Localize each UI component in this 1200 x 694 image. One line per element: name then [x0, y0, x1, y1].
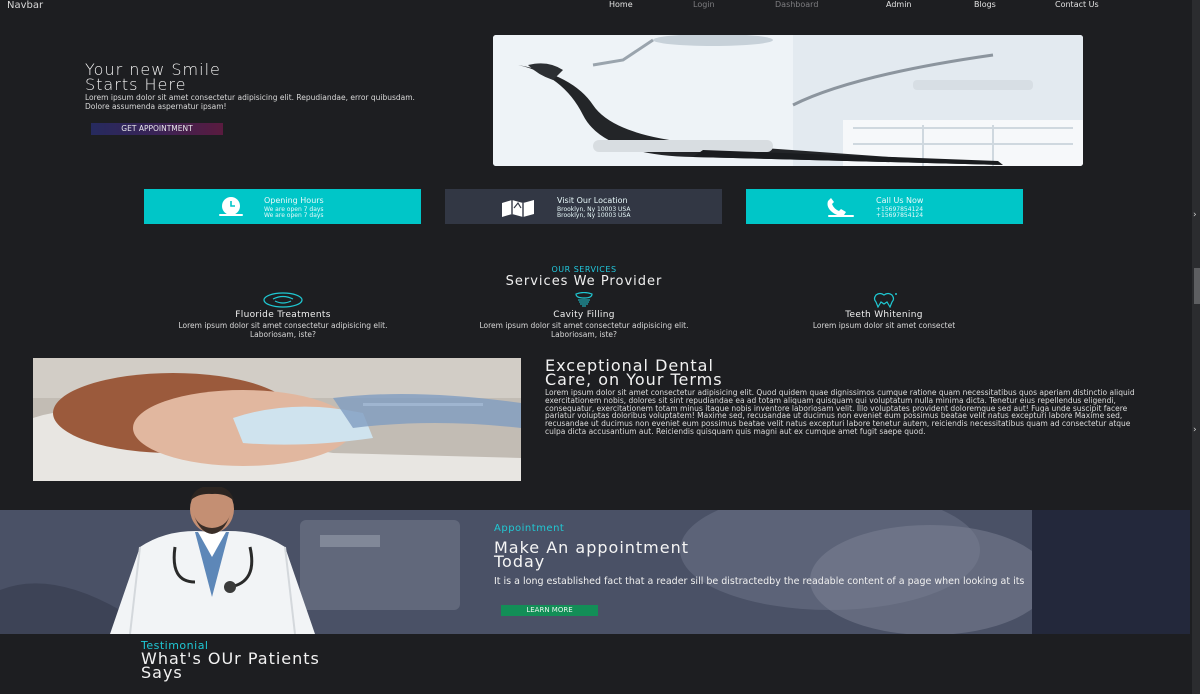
- appointment-side-panel: [1032, 510, 1190, 634]
- navbar-brand[interactable]: Navbar: [7, 0, 43, 11]
- hero-title: Your new Smile Starts Here: [85, 62, 415, 94]
- service-name-whitening: Teeth Whitening: [845, 310, 923, 320]
- service-text-fluoride: Lorem ipsum dolor sit amet consectetur a…: [178, 321, 388, 339]
- visit-location-box: Visit Our Location Brooklyn, Ny 10003 US…: [445, 189, 722, 224]
- navbar: Navbar Home Login Dashboard Admin Blogs …: [0, 0, 1190, 12]
- opening-hours-title: Opening Hours: [264, 196, 324, 205]
- services-kicker: OUR SERVICES: [551, 265, 617, 274]
- chevron-right-icon[interactable]: ›: [1193, 210, 1197, 220]
- nav-link-home[interactable]: Home: [609, 0, 633, 9]
- call-us-title: Call Us Now: [876, 196, 924, 205]
- scrollbar-thumb[interactable]: [1194, 268, 1200, 304]
- patient-dental-image: [33, 358, 521, 481]
- chevron-right-icon[interactable]: ›: [1193, 425, 1197, 435]
- call-us-text: +15697854124 +15697854124: [876, 207, 923, 219]
- service-card-cavity: Cavity Filling Lorem ipsum dolor sit ame…: [464, 292, 704, 339]
- opening-hours-box: Opening Hours We are open 7 days We are …: [144, 189, 421, 224]
- nav-link-dashboard[interactable]: Dashboard: [775, 0, 818, 9]
- learn-more-button[interactable]: LEARN MORE: [501, 605, 598, 616]
- doctor-image: [110, 487, 315, 634]
- service-card-fluoride: Fluoride Treatments Lorem ipsum dolor si…: [163, 292, 403, 339]
- visit-location-text: Brooklyn, Ny 10003 USA Brooklyn, Ny 1000…: [557, 207, 630, 219]
- testimonial-title-line1: What's OUr Patients: [141, 649, 320, 668]
- opening-hours-line2: We are open 7 days: [264, 212, 324, 219]
- visit-location-line2: Brooklyn, Ny 10003 USA: [557, 212, 631, 219]
- nav-link-contact[interactable]: Contact Us: [1055, 0, 1099, 9]
- nav-link-login[interactable]: Login: [693, 0, 715, 9]
- call-us-line2[interactable]: +15697854124: [876, 213, 923, 219]
- exceptional-care-title: Exceptional Dental Care, on Your Terms: [545, 358, 925, 389]
- service-text-cavity: Lorem ipsum dolor sit amet consectetur a…: [479, 321, 689, 339]
- appointment-title: Make An appointment Today: [494, 538, 914, 571]
- hero-text: Lorem ipsum dolor sit amet consectetur a…: [85, 93, 415, 111]
- map-icon: [502, 200, 534, 217]
- appointment-title-line2: Today: [494, 552, 546, 571]
- appointment-kicker: Appointment: [494, 523, 565, 534]
- exceptional-title-line2: Care, on Your Terms: [545, 370, 723, 389]
- service-name-cavity: Cavity Filling: [553, 310, 615, 320]
- exceptional-care-text: Lorem ipsum dolor sit amet consectetur a…: [545, 388, 1135, 436]
- service-name-fluoride: Fluoride Treatments: [235, 310, 331, 320]
- testimonial-title: What's OUr Patients Says: [141, 649, 461, 682]
- tooth-sparkle-icon: [873, 292, 897, 308]
- services-title: Services We Provider: [505, 274, 663, 289]
- nav-link-blogs[interactable]: Blogs: [974, 0, 996, 9]
- hero-title-line2: Starts Here: [85, 75, 187, 94]
- visit-location-title: Visit Our Location: [557, 196, 628, 205]
- hero-image-dental-chair: [493, 35, 1083, 166]
- appointment-title-line1: Make An appointment: [494, 538, 690, 557]
- phone-icon: [827, 198, 854, 217]
- service-text-whitening: Lorem ipsum dolor sit amet consectet: [812, 321, 956, 330]
- service-card-whitening: Teeth Whitening Lorem ipsum dolor sit am…: [764, 292, 1004, 330]
- dental-implant-icon: [575, 292, 593, 307]
- opening-hours-text: We are open 7 days We are open 7 days: [264, 207, 324, 219]
- get-appointment-button[interactable]: GET APPOINTMENT: [91, 123, 223, 135]
- clock-icon: [219, 197, 243, 216]
- teeth-icon: [263, 292, 303, 308]
- appointment-text: It is a long established fact that a rea…: [494, 576, 1025, 587]
- nav-link-admin[interactable]: Admin: [886, 0, 912, 9]
- page-scrollbar[interactable]: [1192, 0, 1200, 694]
- testimonial-title-line2: Says: [141, 663, 183, 682]
- call-us-box: Call Us Now +15697854124 +15697854124: [746, 189, 1023, 224]
